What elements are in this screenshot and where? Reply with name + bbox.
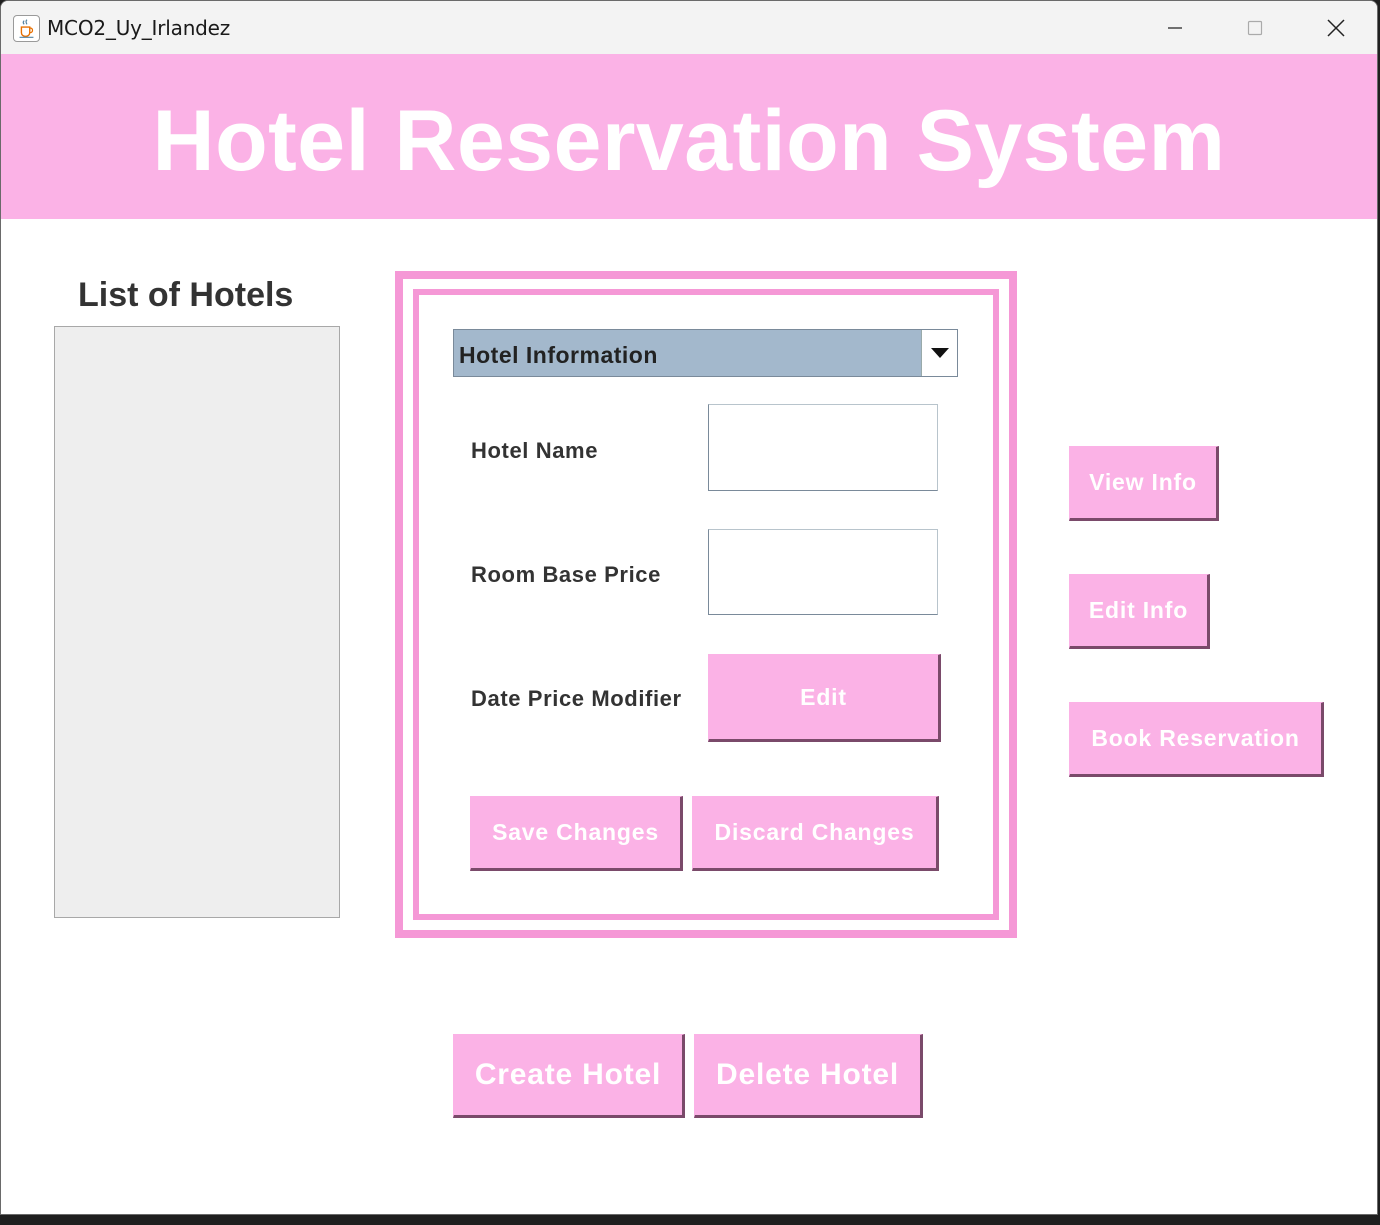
close-icon [1327, 18, 1345, 37]
date-price-modifier-label: Date Price Modifier [471, 686, 682, 711]
title-bar[interactable]: MCO2_Uy_Irlandez [1, 1, 1377, 54]
minimize-icon [1168, 26, 1182, 29]
save-changes-button[interactable]: Save Changes [470, 796, 683, 871]
delete-hotel-button[interactable]: Delete Hotel [694, 1034, 923, 1118]
book-reservation-button[interactable]: Book Reservation [1069, 702, 1324, 777]
hotel-list[interactable] [54, 326, 340, 918]
hotel-list-heading: List of Hotels [78, 276, 294, 314]
room-base-price-field[interactable] [708, 529, 938, 615]
room-base-price-label: Room Base Price [471, 562, 661, 587]
window-title: MCO2_Uy_Irlandez [47, 16, 231, 40]
maximize-button[interactable] [1215, 1, 1295, 54]
dropdown-selected-value: Hotel Information [459, 342, 658, 368]
maximize-icon [1247, 20, 1263, 35]
discard-changes-button[interactable]: Discard Changes [692, 796, 939, 871]
close-button[interactable] [1296, 1, 1376, 54]
app-header: Hotel Reservation System [1, 54, 1377, 219]
chevron-down-icon [930, 348, 949, 358]
hotel-name-field[interactable] [708, 404, 938, 491]
hotel-name-label: Hotel Name [471, 438, 599, 463]
create-hotel-button[interactable]: Create Hotel [453, 1034, 685, 1118]
view-info-button[interactable]: View Info [1069, 446, 1219, 521]
info-type-dropdown[interactable]: Hotel Information [453, 329, 958, 377]
dropdown-arrow-button[interactable] [921, 330, 957, 376]
edit-info-button[interactable]: Edit Info [1069, 574, 1210, 649]
app-window: MCO2_Uy_Irlandez Hotel Reservation Syste… [0, 0, 1378, 1215]
minimize-button[interactable] [1135, 1, 1215, 54]
edit-date-modifier-button[interactable]: Edit [708, 654, 941, 742]
java-cup-icon [13, 15, 40, 42]
app-title: Hotel Reservation System [152, 93, 1226, 189]
